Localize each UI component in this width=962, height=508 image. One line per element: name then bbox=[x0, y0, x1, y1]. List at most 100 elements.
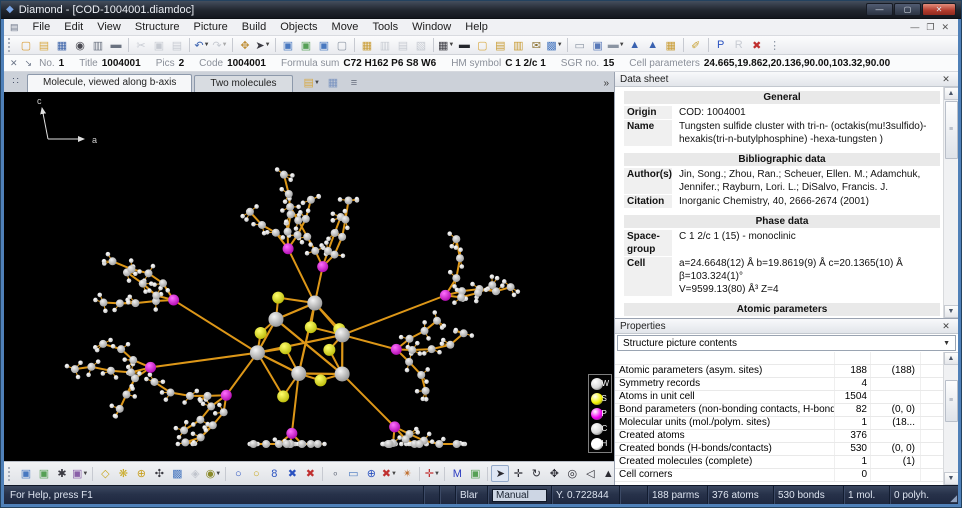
add-atom-group-button[interactable]: ❋ bbox=[114, 465, 132, 482]
mdi-close-icon[interactable]: ✕ bbox=[941, 22, 949, 33]
menu-file[interactable]: File bbox=[26, 20, 58, 34]
picture-window-4-button[interactable]: ▢ bbox=[333, 37, 351, 54]
destroy-button[interactable]: ✖▼ bbox=[380, 465, 398, 482]
toolbar-options-button[interactable]: ⋮ bbox=[766, 37, 784, 54]
close-icon[interactable]: ✕ bbox=[939, 321, 953, 332]
picture-mail-button[interactable]: ✉ bbox=[527, 37, 545, 54]
stop-calculation-button[interactable]: ✖ bbox=[748, 37, 766, 54]
menu-edit[interactable]: Edit bbox=[57, 20, 90, 34]
picture-save-button[interactable]: ▥ bbox=[509, 37, 527, 54]
restore-button[interactable]: ▢ bbox=[894, 3, 921, 16]
properties-scrollbar[interactable]: ▲ ≡ ▼ bbox=[943, 352, 958, 485]
structure-picture[interactable]: c a bbox=[4, 92, 608, 461]
property-row[interactable]: Bond parameters (non-bonding contacts, H… bbox=[615, 404, 943, 417]
new-picture-page-button[interactable]: ▤▼ bbox=[303, 75, 321, 90]
chain-build-button[interactable]: 8 bbox=[265, 465, 283, 482]
diagram-1-button[interactable]: ▲ bbox=[626, 37, 644, 54]
open-document-button[interactable]: ▤ bbox=[35, 37, 53, 54]
menu-window[interactable]: Window bbox=[405, 20, 458, 34]
menu-view[interactable]: View bbox=[90, 20, 128, 34]
property-row[interactable]: Created atoms376 bbox=[615, 430, 943, 443]
picture-settings-button[interactable]: ✱ bbox=[53, 465, 71, 482]
menu-move[interactable]: Move bbox=[325, 20, 366, 34]
move-atoms-button[interactable]: ✛ bbox=[509, 465, 527, 482]
picture-window-1-button[interactable]: ▣ bbox=[279, 37, 297, 54]
menu-picture[interactable]: Picture bbox=[187, 20, 235, 34]
powder-pattern-button[interactable]: P bbox=[712, 37, 730, 54]
property-row[interactable]: Molecular units (mol./polym. sites)1(18.… bbox=[615, 417, 943, 430]
table-mode-button[interactable]: ▦▼ bbox=[437, 37, 455, 54]
menu-tools[interactable]: Tools bbox=[365, 20, 405, 34]
blackboard-button[interactable]: ▬ bbox=[455, 37, 473, 54]
picture-window-3-button[interactable]: ▣ bbox=[315, 37, 333, 54]
property-row[interactable]: Symmetry records4 bbox=[615, 378, 943, 391]
toolbar-grip[interactable] bbox=[8, 467, 13, 481]
picture-folder-button[interactable]: ▤ bbox=[491, 37, 509, 54]
picture-style-button[interactable]: ▣▼ bbox=[71, 465, 89, 482]
new-document-button[interactable]: ▢ bbox=[17, 37, 35, 54]
coordination-yellow-button[interactable]: ○ bbox=[247, 465, 265, 482]
network-broken-button[interactable]: ✖ bbox=[301, 465, 319, 482]
translate-view-button[interactable]: ✥ bbox=[545, 465, 563, 482]
center-view-button[interactable]: ⊕ bbox=[362, 465, 380, 482]
measure-button[interactable]: M bbox=[448, 465, 466, 482]
property-row[interactable]: Created bonds (H-bonds/contacts)530(0, 0… bbox=[615, 443, 943, 456]
picture-tab-2[interactable]: Two molecules bbox=[194, 75, 292, 92]
pages-icon[interactable]: ∷ bbox=[8, 75, 23, 90]
picture-duplicate-button[interactable]: ▣ bbox=[35, 465, 53, 482]
element-filter-button[interactable]: ✴ bbox=[398, 465, 416, 482]
picture-page-properties-button[interactable]: ▦ bbox=[324, 75, 342, 90]
select-pointer-button[interactable]: ➤ bbox=[491, 465, 509, 482]
rotate-view-button[interactable]: ↻ bbox=[527, 465, 545, 482]
scroll-down-icon[interactable]: ▼ bbox=[944, 305, 959, 318]
menu-objects[interactable]: Objects bbox=[273, 20, 324, 34]
close-databar-icon[interactable]: ✕ bbox=[10, 58, 18, 69]
data-table-button[interactable]: ▤ bbox=[394, 37, 412, 54]
property-row[interactable] bbox=[615, 352, 943, 365]
menu-help[interactable]: Help bbox=[458, 20, 495, 34]
scroll-thumb[interactable]: ≡ bbox=[945, 101, 958, 159]
add-atom-button[interactable]: ◇ bbox=[96, 465, 114, 482]
close-button[interactable]: ✕ bbox=[922, 3, 956, 16]
toolbar-grip[interactable] bbox=[8, 38, 13, 52]
pointer-mode-button[interactable]: ➤▼ bbox=[254, 37, 272, 54]
picture-window-2-button[interactable]: ▣ bbox=[297, 37, 315, 54]
cell-edges-button[interactable]: ▭ bbox=[344, 465, 362, 482]
walk-view-button[interactable]: ▲ bbox=[599, 465, 614, 482]
reciprocal-lattice-button[interactable]: R bbox=[730, 37, 748, 54]
tab-list-button[interactable]: ≡ bbox=[345, 75, 363, 90]
print-button[interactable]: ▬ bbox=[107, 37, 125, 54]
zoom-view-button[interactable]: ◎ bbox=[563, 465, 581, 482]
scroll-thumb[interactable]: ≡ bbox=[945, 380, 958, 422]
cut-button[interactable]: ✂ bbox=[132, 37, 150, 54]
find-button[interactable]: ◉ bbox=[71, 37, 89, 54]
property-row[interactable]: Cell corners0 bbox=[615, 469, 943, 482]
wizard-button[interactable]: ✐ bbox=[687, 37, 705, 54]
color-scheme-button[interactable]: ✛▼ bbox=[423, 465, 441, 482]
picture-tab-1[interactable]: Molecule, viewed along b-axis bbox=[27, 74, 192, 92]
data-props-button[interactable]: ▧ bbox=[412, 37, 430, 54]
redo-button[interactable]: ↷▼ bbox=[211, 37, 229, 54]
contents-selector[interactable]: Structure picture contents ▼ bbox=[617, 335, 956, 351]
layout-single-button[interactable]: ▭ bbox=[571, 37, 589, 54]
diagram-2-button[interactable]: ▲ bbox=[644, 37, 662, 54]
minimize-button[interactable]: — bbox=[866, 3, 893, 16]
layout-split-button[interactable]: ▣ bbox=[589, 37, 607, 54]
property-row[interactable]: Atoms in unit cell1504 bbox=[615, 391, 943, 404]
pan-mode-button[interactable]: ✥ bbox=[236, 37, 254, 54]
menu-build[interactable]: Build bbox=[235, 20, 273, 34]
layout-wide-button[interactable]: ▬▼ bbox=[607, 37, 626, 54]
view-direction-button[interactable]: ◁ bbox=[581, 465, 599, 482]
goto-record-icon[interactable]: ↘ bbox=[25, 58, 33, 69]
datasheet-scrollbar[interactable]: ▲ ≡ ▼ bbox=[943, 87, 958, 318]
data-sheet-toggle-button[interactable]: ▥ bbox=[376, 37, 394, 54]
packing-button[interactable]: ◉▼ bbox=[204, 465, 222, 482]
build-molecule-button[interactable]: ✣ bbox=[150, 465, 168, 482]
scroll-down-icon[interactable]: ▼ bbox=[944, 472, 959, 485]
close-icon[interactable]: ✕ bbox=[939, 74, 953, 85]
fill-cell-button[interactable]: ▩ bbox=[168, 465, 186, 482]
scroll-up-icon[interactable]: ▲ bbox=[944, 352, 959, 365]
save-document-button[interactable]: ▦ bbox=[53, 37, 71, 54]
scroll-up-icon[interactable]: ▲ bbox=[944, 87, 959, 100]
bond-create-button[interactable]: ∘ bbox=[326, 465, 344, 482]
